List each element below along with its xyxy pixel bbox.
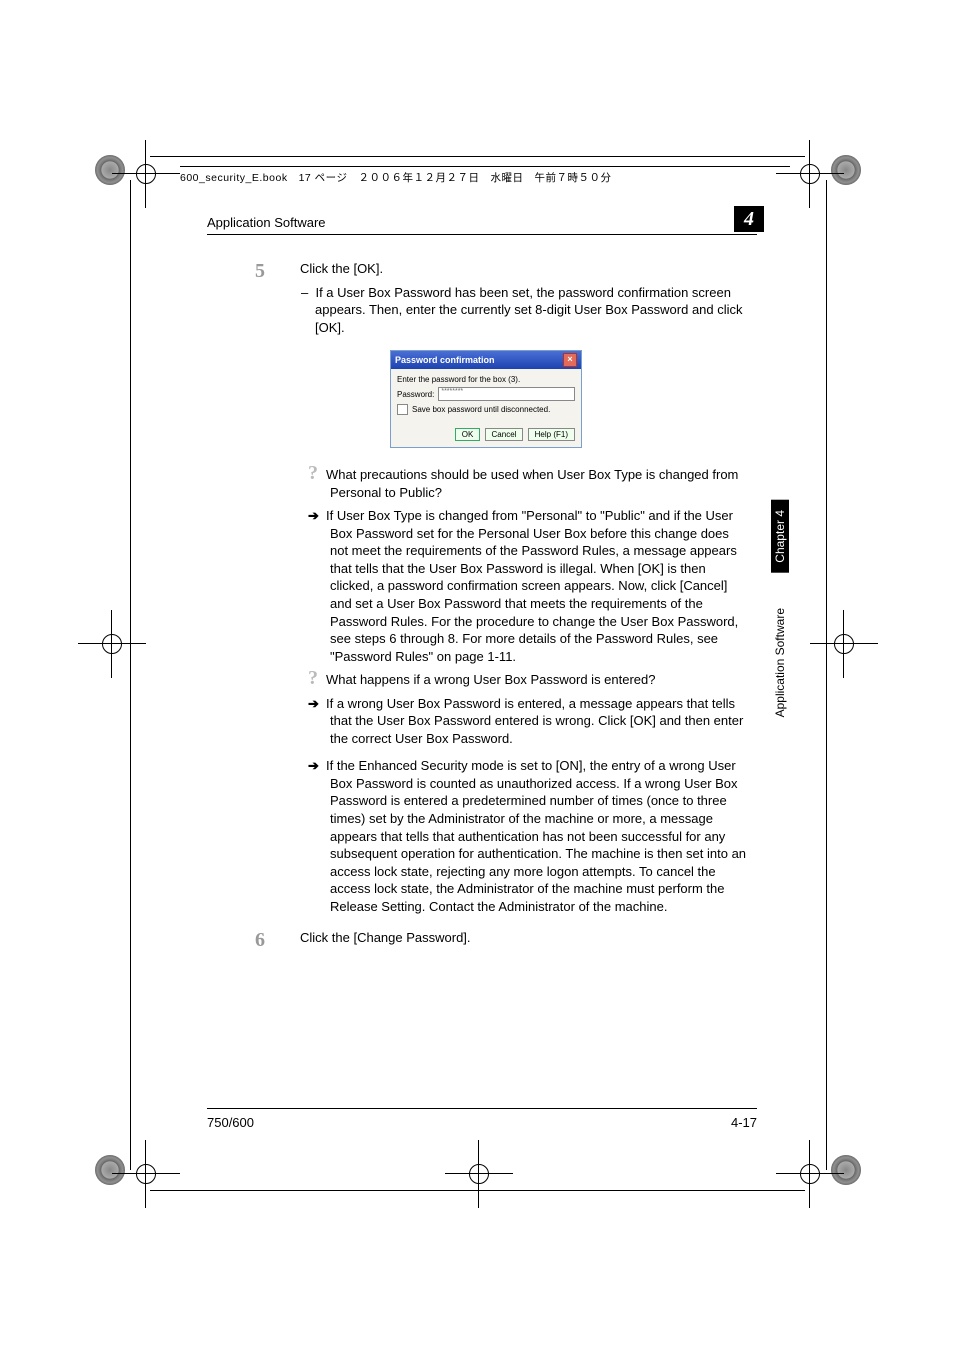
registration-sphere — [95, 155, 125, 185]
print-header: 600_security_E.book 17 ページ ２００６年１２月２７日 水… — [180, 170, 611, 185]
arrow-icon: ➔ — [308, 695, 326, 713]
page: 600_security_E.book 17 ページ ２００６年１２月２７日 水… — [0, 0, 954, 1350]
ok-button[interactable]: OK — [455, 428, 481, 441]
step-5-subtext: – If a User Box Password has been set, t… — [315, 284, 750, 337]
side-tab-title: Application Software — [771, 600, 789, 725]
page-footer: 750/600 4-17 — [207, 1108, 757, 1130]
question-2: ?What happens if a wrong User Box Passwo… — [330, 671, 750, 689]
answer-2-text: If a wrong User Box Password is entered,… — [326, 696, 743, 746]
body-content: 5 Click the [OK]. – If a User Box Passwo… — [260, 260, 750, 947]
side-tab: Chapter 4 — [771, 500, 789, 576]
password-label: Password: — [397, 390, 434, 399]
question-1: ?What precautions should be used when Us… — [330, 466, 750, 501]
close-icon[interactable]: × — [563, 353, 577, 367]
step-5-text: Click the [OK]. — [300, 260, 750, 278]
dialog-prompt: Enter the password for the box (3). — [397, 375, 575, 384]
registration-mark-icon — [796, 160, 824, 188]
answer-1-text: If User Box Type is changed from "Person… — [326, 508, 738, 663]
question-icon: ? — [308, 466, 326, 480]
registration-sphere — [831, 155, 861, 185]
question-2-text: What happens if a wrong User Box Passwor… — [326, 672, 656, 687]
registration-mark-icon — [98, 630, 126, 658]
save-password-checkbox[interactable] — [397, 404, 408, 415]
dialog-titlebar: Password confirmation × — [391, 351, 581, 369]
side-tab-chapter: Chapter 4 — [771, 500, 789, 573]
frame-line — [150, 1190, 805, 1191]
answer-3-text: If the Enhanced Security mode is set to … — [326, 758, 746, 913]
frame-line — [150, 156, 805, 157]
arrow-icon: ➔ — [308, 757, 326, 775]
step-number-6: 6 — [255, 929, 265, 952]
save-password-label: Save box password until disconnected. — [412, 405, 550, 414]
password-confirmation-dialog: Password confirmation × Enter the passwo… — [390, 350, 582, 448]
header-rule — [180, 166, 790, 167]
step-number-5: 5 — [255, 260, 265, 283]
registration-mark-icon — [132, 1160, 160, 1188]
registration-sphere — [831, 1155, 861, 1185]
frame-line — [130, 180, 131, 1170]
footer-right: 4-17 — [731, 1115, 757, 1130]
password-input[interactable]: ******** — [438, 387, 575, 401]
help-button[interactable]: Help (F1) — [528, 428, 575, 441]
frame-line — [826, 180, 827, 1170]
dialog-title-text: Password confirmation — [395, 355, 495, 365]
arrow-icon: ➔ — [308, 507, 326, 525]
question-icon: ? — [308, 671, 326, 685]
answer-3: ➔If the Enhanced Security mode is set to… — [330, 757, 750, 915]
registration-mark-icon — [465, 1160, 493, 1188]
section-title: Application Software — [207, 215, 757, 235]
side-tab: Application Software — [771, 600, 789, 728]
chapter-number-box: 4 — [734, 206, 764, 232]
answer-2: ➔If a wrong User Box Password is entered… — [330, 695, 750, 748]
registration-sphere — [95, 1155, 125, 1185]
registration-mark-icon — [830, 630, 858, 658]
answer-1: ➔If User Box Type is changed from "Perso… — [330, 507, 750, 665]
cancel-button[interactable]: Cancel — [485, 428, 524, 441]
footer-left: 750/600 — [207, 1115, 254, 1130]
question-1-text: What precautions should be used when Use… — [326, 467, 738, 500]
registration-mark-icon — [796, 1160, 824, 1188]
step-5-subtext-content: If a User Box Password has been set, the… — [315, 285, 743, 335]
registration-mark-icon — [132, 160, 160, 188]
step-6-text: Click the [Change Password]. — [300, 929, 750, 947]
